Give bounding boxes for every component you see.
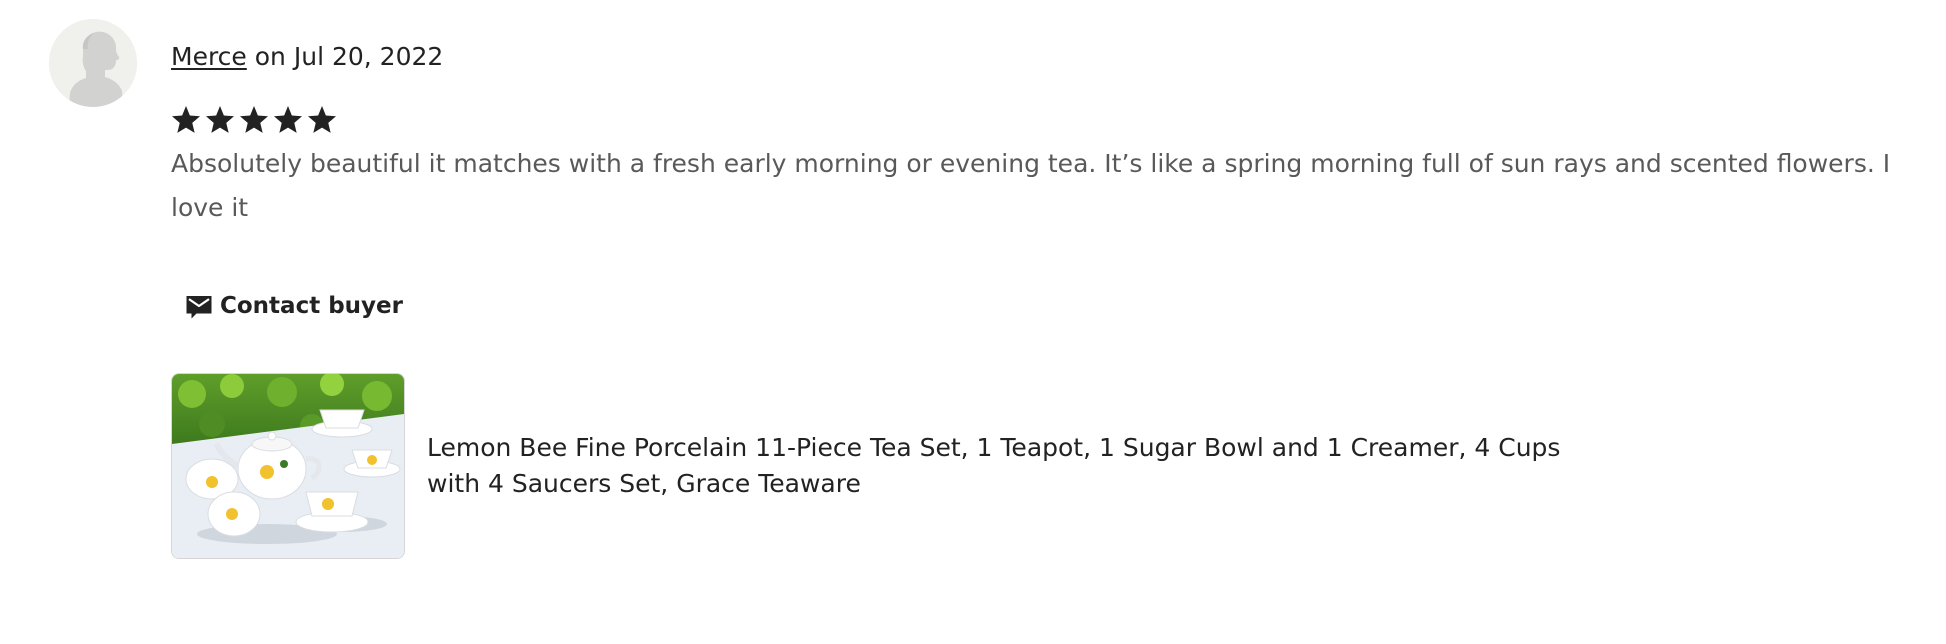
date-prefix: on	[246, 42, 294, 71]
star-filled-icon	[172, 106, 200, 133]
product-image	[172, 374, 404, 558]
review-header: Merce on Jul 20, 2022	[171, 40, 443, 74]
review-date: Jul 20, 2022	[293, 42, 444, 71]
star-rating	[170, 104, 338, 136]
product-thumbnail[interactable]	[171, 373, 405, 559]
star-filled-icon	[308, 106, 336, 133]
review-card: Merce on Jul 20, 2022 Absolutely beautif…	[0, 0, 1946, 644]
star-filled-icon	[206, 106, 234, 133]
review-text: Absolutely beautiful it matches with a f…	[171, 149, 1891, 222]
envelope-chat-icon	[186, 296, 212, 319]
reviewer-avatar[interactable]	[49, 19, 137, 107]
star-filled-icon	[274, 106, 302, 133]
default-avatar-icon	[49, 19, 137, 107]
purchased-item: Lemon Bee Fine Porcelain 11-Piece Tea Se…	[171, 373, 1617, 559]
product-title-link[interactable]: Lemon Bee Fine Porcelain 11-Piece Tea Se…	[427, 430, 1617, 502]
reviewer-name-link[interactable]: Merce	[171, 42, 247, 71]
contact-buyer-button[interactable]: Contact buyer	[172, 280, 415, 332]
contact-buyer-label: Contact buyer	[220, 293, 403, 319]
star-filled-icon	[240, 106, 268, 133]
